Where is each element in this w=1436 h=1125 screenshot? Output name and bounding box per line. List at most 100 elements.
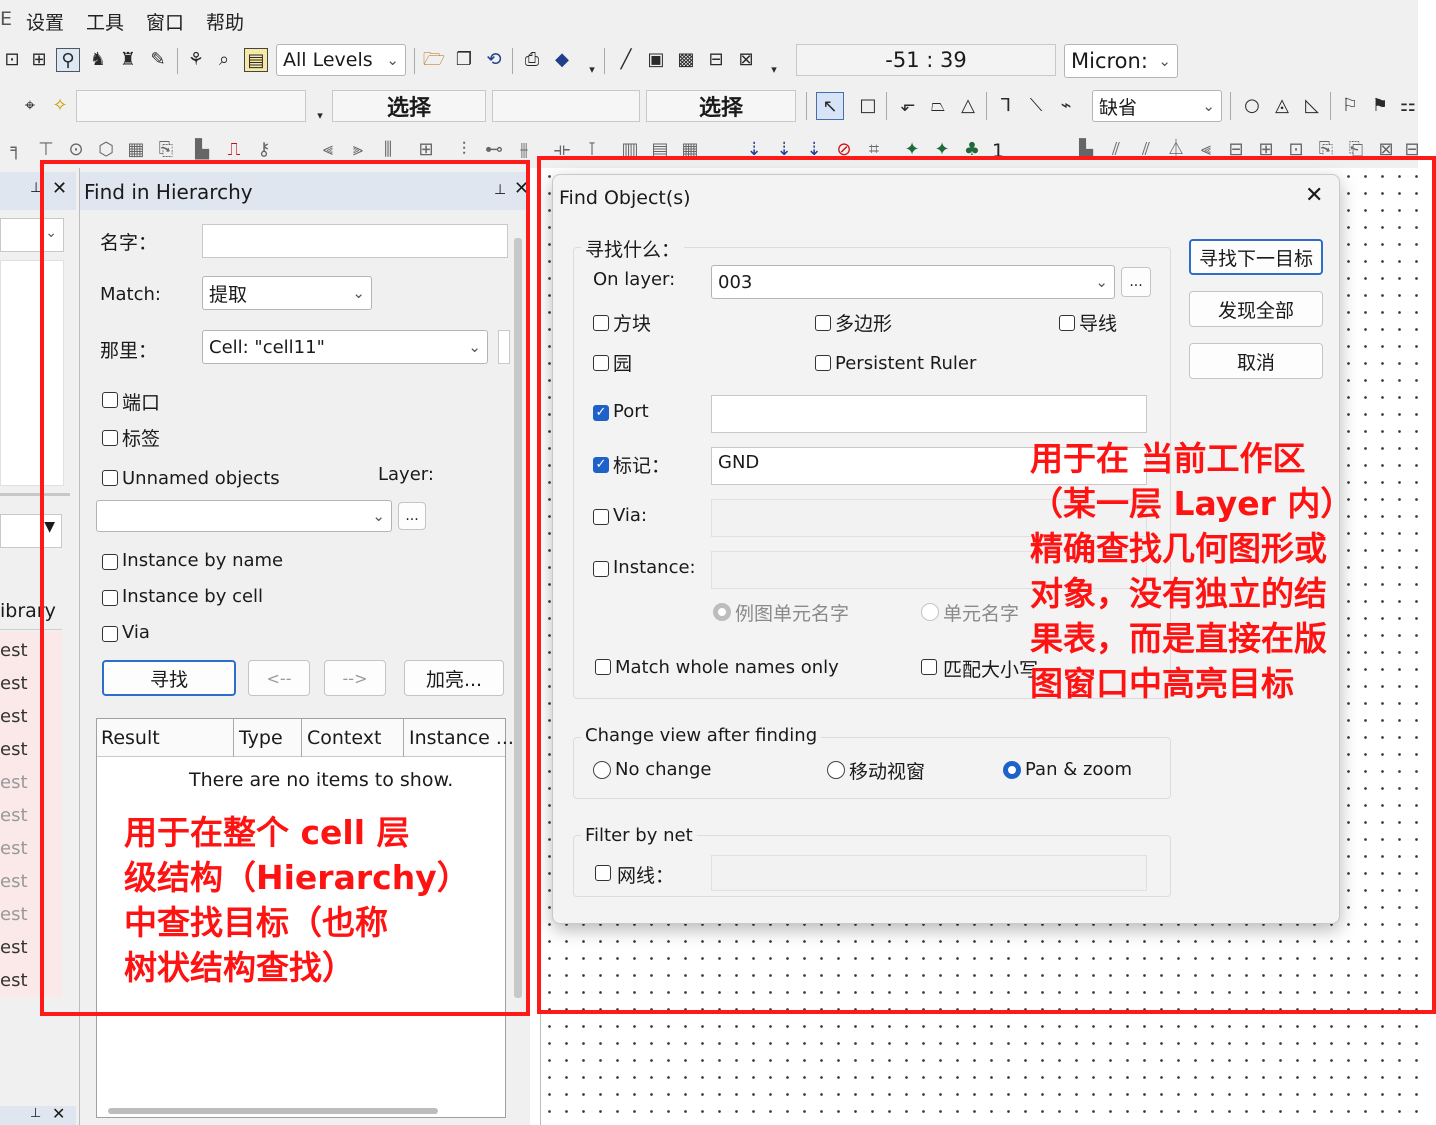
cell-name-radio[interactable] <box>921 603 939 621</box>
style-combo[interactable]: 缺省 ⌄ <box>1092 90 1222 122</box>
pin-icon[interactable]: ⊥ <box>30 180 42 196</box>
magnifier-icon[interactable]: ⌕ <box>212 48 236 72</box>
refresh-icon[interactable]: ⟲ <box>482 48 506 72</box>
tool-icon[interactable]: ⊞ <box>1254 138 1278 162</box>
list-item[interactable]: est <box>0 772 28 793</box>
list-item[interactable]: est <box>0 706 28 727</box>
select-field-2[interactable]: 选择 <box>646 90 796 122</box>
tool-icon[interactable]: ⎘ <box>1314 138 1338 162</box>
tool-icon[interactable]: ▦ <box>124 138 148 162</box>
list-item[interactable]: est <box>0 904 28 925</box>
align-icon[interactable]: ⊞ <box>414 138 438 162</box>
panel-scrollbar[interactable] <box>514 238 522 998</box>
list-item[interactable]: est <box>0 937 28 958</box>
column-header-instance[interactable]: Instance ... <box>409 727 514 749</box>
match-whole-names-checkbox[interactable] <box>595 659 611 675</box>
tool-icon[interactable]: ⫷ <box>1194 138 1218 162</box>
instance-checkbox[interactable] <box>593 561 609 577</box>
export-icon[interactable]: ⊠ <box>734 48 758 72</box>
menu-partial-item[interactable]: E <box>0 8 12 30</box>
layer-browse-button[interactable]: ... <box>1121 267 1151 297</box>
list-item[interactable]: est <box>0 739 28 760</box>
wire45-icon[interactable]: ⟍ <box>1024 94 1048 118</box>
polygon-checkbox[interactable] <box>815 315 831 331</box>
zoom-box-icon[interactable]: ⊞ <box>27 48 51 72</box>
tool-icon[interactable]: ▙ <box>190 138 214 162</box>
where-combo[interactable]: Cell: "cell11" ⌄ <box>202 330 488 364</box>
wire-checkbox[interactable] <box>1059 315 1075 331</box>
open-folder-icon[interactable]: 🗁 <box>422 48 446 72</box>
find-next-icon[interactable]: ♞ <box>86 48 110 72</box>
align-icon[interactable]: ⫼ <box>376 138 400 162</box>
where-browse-button[interactable] <box>498 330 510 364</box>
circle-icon[interactable]: ○ <box>1240 94 1264 118</box>
name-input[interactable] <box>202 224 508 258</box>
stop-icon[interactable]: ⊘ <box>832 138 856 162</box>
align-icon[interactable]: ⊷ <box>482 138 506 162</box>
rectangle-icon[interactable]: □ <box>856 94 880 118</box>
layer-browse-button[interactable]: ... <box>398 502 426 530</box>
flag-icon[interactable]: ✦ <box>930 138 954 162</box>
align-icon[interactable]: ⟛ <box>550 138 574 162</box>
move-view-radio[interactable] <box>827 761 845 779</box>
layer-name-field[interactable] <box>76 90 306 122</box>
close-icon[interactable]: ✕ <box>514 178 529 199</box>
align-icon[interactable]: ▤ <box>648 138 672 162</box>
close-icon[interactable]: ✕ <box>1305 183 1323 208</box>
library-header[interactable]: ibrary <box>0 594 62 630</box>
tool-icon[interactable]: ⬡ <box>94 138 118 162</box>
instance-by-cell-checkbox[interactable] <box>102 590 118 606</box>
via-checkbox[interactable] <box>593 509 609 525</box>
prev-result-button[interactable]: <-- <box>248 660 310 696</box>
mark-checkbox[interactable]: ✓ <box>593 457 609 473</box>
align-icon[interactable]: ▦ <box>678 138 702 162</box>
find-next-button[interactable]: 寻找下一目标 <box>1189 239 1323 275</box>
wire-any-icon[interactable]: ⌁ <box>1054 94 1078 118</box>
tool-icon[interactable]: ⫽ <box>1134 138 1158 162</box>
step-3-icon[interactable]: ⇣ <box>802 138 826 162</box>
list-item[interactable]: est <box>0 838 28 859</box>
levels-combo[interactable]: All Levels ⌄ <box>276 44 406 76</box>
select-field-blank[interactable] <box>492 90 640 122</box>
save-icon[interactable]: ▣ <box>644 48 668 72</box>
flag-icon[interactable]: ♣ <box>960 138 984 162</box>
tool-icon[interactable]: ⎍ <box>222 138 246 162</box>
highlight-button[interactable]: 加亮... <box>404 660 504 696</box>
layer-toggle-icon[interactable]: ▤ <box>244 48 268 72</box>
port-input[interactable] <box>711 395 1147 433</box>
snap-icon[interactable]: ✧ <box>48 94 72 118</box>
list-item[interactable]: est <box>0 970 28 991</box>
cancel-button[interactable]: 取消 <box>1189 343 1323 379</box>
close-icon[interactable]: ✕ <box>52 1104 65 1123</box>
tool-icon[interactable]: ⎘ <box>154 138 178 162</box>
next-result-button[interactable]: --> <box>324 660 386 696</box>
tool-icon[interactable]: ▙ <box>1074 138 1098 162</box>
tool-icon[interactable]: ╕ <box>4 138 28 162</box>
align-icon[interactable]: ⫷ <box>316 138 340 162</box>
arc-icon[interactable]: ◺ <box>1300 94 1324 118</box>
match-case-checkbox[interactable] <box>921 659 937 675</box>
close-icon[interactable]: ✕ <box>52 178 67 199</box>
tool-icon[interactable]: ⊟ <box>1224 138 1248 162</box>
step-1-icon[interactable]: ⇣ <box>742 138 766 162</box>
copy-icon[interactable]: ❐ <box>452 48 476 72</box>
polygon-icon[interactable]: ⬐ <box>896 94 920 118</box>
circle-checkbox[interactable] <box>593 355 609 371</box>
menu-window[interactable]: 窗口 <box>146 8 184 35</box>
crosshair-icon[interactable]: ⌖ <box>18 94 42 118</box>
tool-icon[interactable]: ⚷ <box>252 138 276 162</box>
list-item[interactable]: est <box>0 805 28 826</box>
tool-icon[interactable]: ⊠ <box>1374 138 1398 162</box>
left-strip-tree[interactable] <box>0 260 64 486</box>
tool-icon[interactable]: ⏃ <box>1164 138 1188 162</box>
splitter[interactable] <box>0 493 70 496</box>
polygon45-icon[interactable]: ⏢ <box>926 94 950 118</box>
pen-icon[interactable]: ╱ <box>614 48 638 72</box>
tag-checkbox[interactable] <box>102 430 118 446</box>
tool-icon[interactable]: ⊙ <box>64 138 88 162</box>
overflow-chevron-icon[interactable]: ▾ <box>580 58 604 82</box>
align-icon[interactable]: ⫵ <box>512 138 536 162</box>
step-2-icon[interactable]: ⇣ <box>772 138 796 162</box>
pin-icon[interactable]: ⊥ <box>494 182 506 198</box>
pointer-icon[interactable]: ↖ <box>816 92 844 120</box>
